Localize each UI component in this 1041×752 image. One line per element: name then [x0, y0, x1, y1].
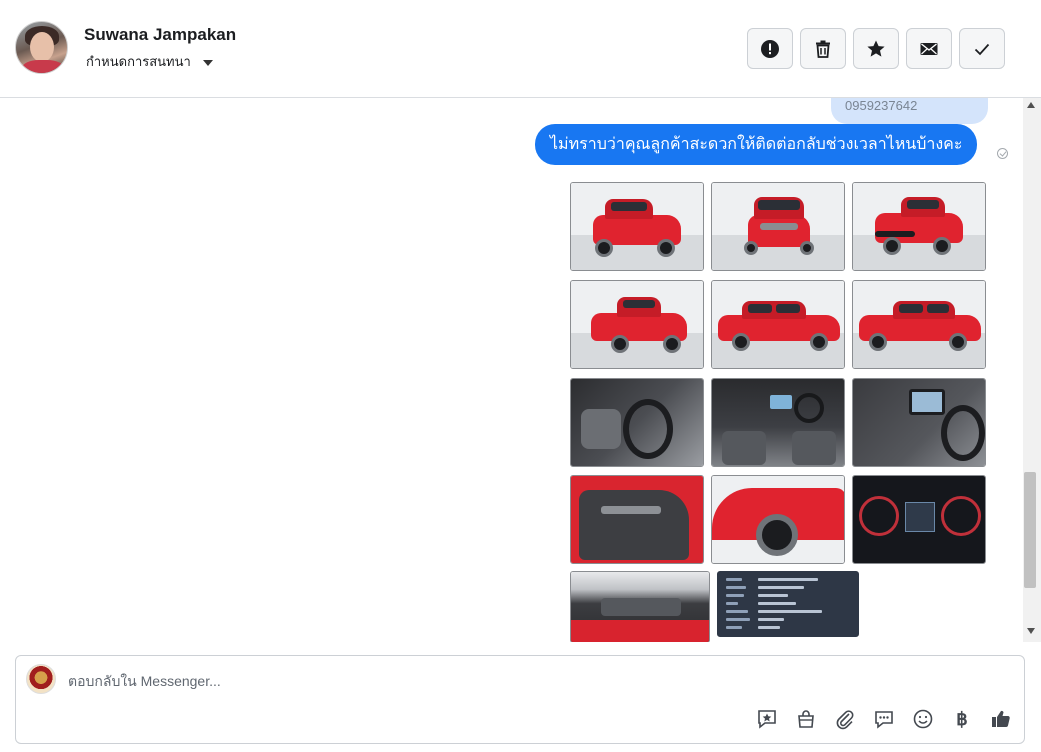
thread-scrollbar[interactable] — [1023, 98, 1041, 642]
attachment-icon[interactable] — [832, 706, 858, 732]
caret-down-icon — [202, 59, 213, 66]
emoji-icon[interactable] — [910, 706, 936, 732]
baht-icon[interactable]: ฿ — [949, 706, 975, 732]
outgoing-message-bubble[interactable]: ไม่ทราบว่าคุณลูกค้าสะดวกให้ติดต่อกลับช่ว… — [535, 124, 978, 165]
contact-name[interactable]: Suwana Jampakan — [84, 25, 236, 45]
photo-interior-console[interactable] — [852, 378, 986, 467]
photo-interior-gear[interactable] — [570, 378, 704, 467]
photo-car-rear-left[interactable] — [852, 182, 986, 271]
previous-message-text: 0959237642 — [845, 98, 918, 113]
photo-car-side-right[interactable] — [711, 280, 845, 369]
photo-spec-sheet[interactable] — [717, 571, 859, 637]
reply-input[interactable] — [68, 670, 968, 692]
outgoing-message-text: ไม่ทราบว่าคุณลูกค้าสะดวกให้ติดต่อกลับช่ว… — [550, 136, 963, 153]
photo-car-rear-right[interactable] — [570, 280, 704, 369]
check-circle-icon — [997, 148, 1008, 159]
star-icon — [867, 40, 885, 57]
scroll-down-arrow-icon[interactable] — [1027, 628, 1035, 634]
composer-toolbar: ฿ — [754, 706, 1014, 732]
photo-front-wheel[interactable] — [711, 475, 845, 564]
chat-bubble-icon[interactable] — [871, 706, 897, 732]
assign-conversation-dropdown[interactable]: กำหนดการสนทนา — [86, 51, 213, 72]
photo-door-panel[interactable] — [570, 475, 704, 564]
photo-car-side-right-2[interactable] — [852, 280, 986, 369]
photo-gauge-cluster[interactable] — [852, 475, 986, 564]
photo-car-front[interactable] — [711, 182, 845, 271]
saved-reply-icon[interactable] — [754, 706, 780, 732]
mark-done-button[interactable] — [959, 28, 1005, 69]
shop-bag-icon[interactable] — [793, 706, 819, 732]
exclamation-icon — [761, 39, 779, 58]
page-avatar — [26, 664, 56, 694]
delete-button[interactable] — [800, 28, 846, 69]
message-composer: ฿ — [15, 655, 1025, 744]
message-thread[interactable]: 0959237642 ไม่ทราบว่าคุณลูกค้าสะดวกให้ติ… — [0, 98, 1041, 642]
assign-label: กำหนดการสนทนา — [86, 54, 191, 69]
thumbs-up-icon[interactable] — [988, 706, 1014, 732]
contact-avatar[interactable] — [15, 21, 68, 74]
trash-icon — [816, 40, 830, 58]
scroll-up-arrow-icon[interactable] — [1027, 102, 1035, 108]
previous-message-bubble: 0959237642 — [831, 98, 988, 124]
check-icon — [974, 43, 990, 55]
star-button[interactable] — [853, 28, 899, 69]
photo-engine-bay[interactable] — [570, 571, 710, 642]
scrollbar-thumb[interactable] — [1024, 472, 1036, 588]
report-button[interactable] — [747, 28, 793, 69]
header-actions — [747, 28, 1005, 69]
photo-car-front-left[interactable] — [570, 182, 704, 271]
mark-unread-button[interactable] — [906, 28, 952, 69]
photo-interior-dashboard[interactable] — [711, 378, 845, 467]
envelope-icon — [920, 42, 938, 55]
conversation-header: Suwana Jampakan กำหนดการสนทนา — [0, 0, 1041, 98]
